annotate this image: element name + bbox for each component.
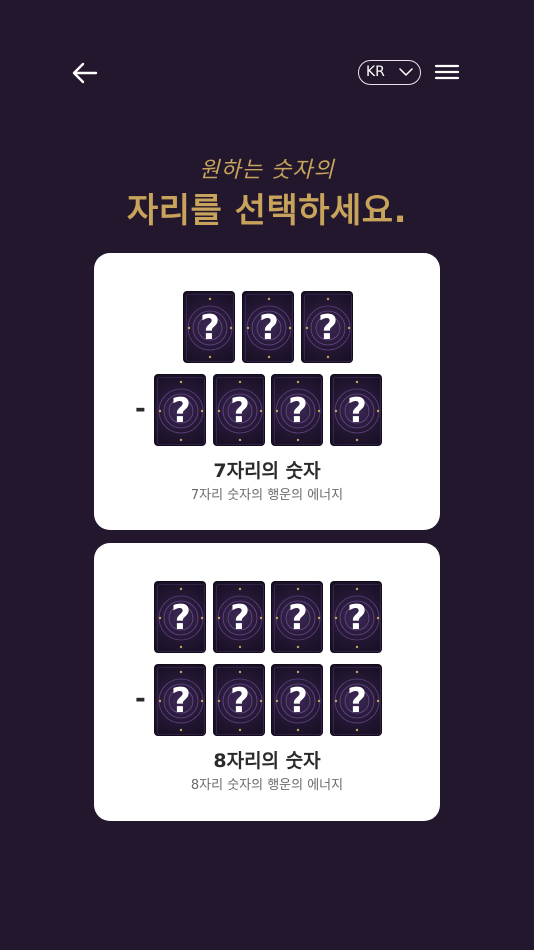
question-mark-icon: ? [347,598,367,638]
hero-subtitle: 원하는 숫자의 [199,158,335,183]
mystery-tile: ? [301,291,353,363]
mystery-tile: ? [154,664,206,736]
tile-row-bottom: ? ? ? ? [94,374,440,446]
mystery-tile: ? [213,374,265,446]
mystery-tile: ? [271,664,323,736]
option-description: 8자리 숫자의 행운의 에너지 [190,778,344,793]
question-mark-icon: ? [318,308,338,348]
question-mark-icon: ? [171,681,191,721]
question-mark-icon: ? [171,598,191,638]
mystery-tile: ? [183,291,235,363]
option-title: 7자리의 숫자 [213,460,321,482]
arrow-left-icon [72,62,98,84]
option-8-digits-card[interactable]: ? ? ? ? - ? ? ? ? 8자리의 숫자 8자리 숫자의 행운의 에너… [94,543,440,821]
hamburger-menu-icon [434,64,460,80]
question-mark-icon: ? [347,391,367,431]
question-mark-icon: ? [288,681,308,721]
question-mark-icon: ? [288,598,308,638]
mystery-tile: ? [213,581,265,653]
tile-row-top: ? ? ? ? [94,581,440,653]
mystery-tile: ? [213,664,265,736]
mystery-tile: ? [242,291,294,363]
tile-row-top: ? ? ? [94,291,440,363]
option-description: 7자리 숫자의 행운의 에너지 [190,488,344,503]
option-title: 8자리의 숫자 [213,750,321,772]
menu-button[interactable] [434,62,460,82]
question-mark-icon: ? [230,598,250,638]
mystery-tile: ? [154,581,206,653]
mystery-tile: ? [330,581,382,653]
tile-row-bottom: ? ? ? ? [94,664,440,736]
mystery-tile: ? [271,581,323,653]
mystery-tile: ? [330,664,382,736]
question-mark-icon: ? [288,391,308,431]
mystery-tile: ? [330,374,382,446]
question-mark-icon: ? [171,391,191,431]
question-mark-icon: ? [200,308,220,348]
app-header: KR [0,0,534,140]
question-mark-icon: ? [230,391,250,431]
question-mark-icon: ? [347,681,367,721]
language-label: KR [366,64,385,80]
mystery-tile: ? [271,374,323,446]
question-mark-icon: ? [230,681,250,721]
back-button[interactable] [70,60,100,86]
option-7-digits-card[interactable]: ? ? ? - ? ? ? ? 7자리의 숫자 7자리 숫자의 행운의 에너지 [94,253,440,530]
mystery-tile: ? [154,374,206,446]
language-selector[interactable]: KR [358,60,421,85]
chevron-down-icon [399,68,413,76]
question-mark-icon: ? [259,308,279,348]
hero-title: 자리를 선택하세요. [127,191,407,231]
hero-heading: 원하는 숫자의 자리를 선택하세요. [0,155,534,233]
